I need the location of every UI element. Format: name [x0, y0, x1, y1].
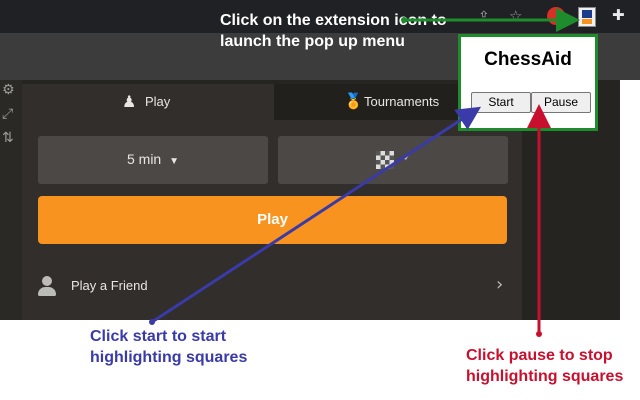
tab-play-label: Play	[145, 94, 171, 109]
expand-icon[interactable]: ⤢	[2, 106, 13, 122]
popup-title: ChessAid	[484, 49, 572, 70]
extension-red-icon[interactable]	[547, 7, 565, 25]
tab-tournaments-label: Tournaments	[364, 94, 440, 109]
play-a-friend-label: Play a Friend	[71, 278, 148, 293]
variant-select[interactable]: ✓	[278, 136, 508, 184]
play-button[interactable]: Play	[38, 196, 507, 244]
left-rail: ⚙ ⤢ ⇅	[0, 80, 22, 320]
check-icon: ✓	[402, 149, 414, 165]
share-icon[interactable]: ⇪	[478, 9, 490, 25]
pause-hint-text: Click pause to stop highlighting squares	[466, 347, 624, 385]
chessboard-icon	[376, 151, 394, 169]
star-icon[interactable]: ☆	[509, 7, 522, 25]
start-button[interactable]: Start	[471, 92, 531, 113]
play-a-friend-row[interactable]: Play a Friend ›	[22, 266, 522, 306]
time-control-value: 5 min ▼	[38, 151, 268, 167]
medal-icon: 🏅	[344, 92, 363, 110]
caret-down-icon: ▼	[169, 156, 180, 167]
settings-gear-icon[interactable]: ⚙	[2, 82, 15, 98]
pause-button[interactable]: Pause	[531, 92, 591, 113]
tab-play[interactable]: ♟ Play	[22, 84, 274, 120]
chevron-right-icon: ›	[496, 274, 504, 295]
extension-hint-text: Click on the extension icon to launch th…	[220, 12, 447, 50]
chessaid-extension-icon[interactable]	[578, 7, 596, 27]
chessaid-logo-mark	[582, 10, 592, 18]
flip-board-icon[interactable]: ⇅	[2, 130, 14, 146]
extension-popup: ChessAid Start Pause	[458, 34, 598, 131]
time-control-select[interactable]: 5 min ▼	[38, 136, 268, 184]
person-body	[38, 287, 56, 296]
play-button-label: Play	[257, 211, 288, 228]
pawn-icon: ♟	[122, 92, 137, 111]
person-head	[42, 276, 52, 286]
puzzle-piece-icon[interactable]: ✚	[612, 6, 625, 24]
start-hint-text: Click start to start highlighting square…	[90, 328, 248, 366]
chessaid-logo-base	[582, 19, 592, 24]
time-control-text: 5 min	[126, 151, 162, 167]
